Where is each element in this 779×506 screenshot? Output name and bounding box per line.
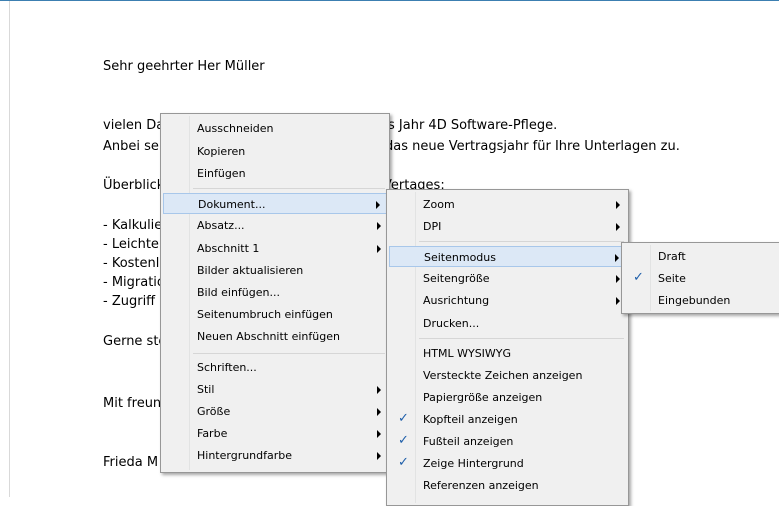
closing-line: Mit freun <box>103 396 162 411</box>
menu-separator <box>193 353 385 354</box>
submenu-arrow-icon <box>377 386 381 394</box>
submenu-arrow-icon <box>615 254 619 262</box>
bullet-line: - Zugriff a <box>103 294 168 309</box>
text-line: das neue Vertragsjahr für Ihre Unterlage… <box>385 139 680 154</box>
menu-item-insert-image[interactable]: Bild einfügen... <box>163 282 387 303</box>
menu-item-color[interactable]: Farbe <box>163 423 387 444</box>
document-submenu: Zoom DPI Seitenmodus Seitengröße Ausrich… <box>386 189 629 506</box>
checkmark-icon: ✓ <box>398 411 409 426</box>
menu-separator <box>419 241 624 242</box>
submenu-arrow-icon <box>377 408 381 416</box>
menu-item-document[interactable]: Dokument... <box>163 193 387 214</box>
menu-item-print[interactable]: Drucken... <box>389 313 626 334</box>
bullet-line: - Kostenlo <box>103 256 168 271</box>
text-line: Gerne ste <box>103 334 167 349</box>
submenu-arrow-icon <box>377 222 381 230</box>
checkmark-icon: ✓ <box>398 455 409 470</box>
menu-item-section[interactable]: Abschnitt 1 <box>163 238 387 259</box>
menu-item-size[interactable]: Größe <box>163 401 387 422</box>
menu-item-style[interactable]: Stil <box>163 379 387 400</box>
menu-item-paragraph[interactable]: Absatz... <box>163 215 387 236</box>
menu-item-show-references[interactable]: Referenzen anzeigen <box>389 475 626 496</box>
menu-item-show-footer[interactable]: ✓ Fußteil anzeigen <box>389 431 626 452</box>
submenu-arrow-icon <box>616 201 620 209</box>
menu-item-show-paper-size[interactable]: Papiergröße anzeigen <box>389 387 626 408</box>
bullet-line: - Migratio <box>103 275 165 290</box>
submenu-arrow-icon <box>377 452 381 460</box>
menu-item-paste[interactable]: Einfügen <box>163 163 387 184</box>
menu-item-insert-section[interactable]: Neuen Abschnitt einfügen <box>163 326 387 347</box>
submenu-arrow-icon <box>377 430 381 438</box>
menu-item-page-size[interactable]: Seitengröße <box>389 268 626 289</box>
page-mode-submenu: Draft ✓ Seite Eingebunden <box>621 242 779 314</box>
menu-item-page-mode[interactable]: Seitenmodus <box>389 246 626 267</box>
menu-item-fonts[interactable]: Schriften... <box>163 357 387 378</box>
menu-item-insert-page-break[interactable]: Seitenumbruch einfügen <box>163 304 387 325</box>
menu-separator <box>419 338 624 339</box>
signature-line: Frieda M <box>103 455 159 470</box>
menu-item-show-hidden-chars[interactable]: Versteckte Zeichen anzeigen <box>389 365 626 386</box>
bullet-line: - Leichter <box>103 237 165 252</box>
menu-item-page[interactable]: ✓ Seite <box>624 268 779 289</box>
menu-item-orientation[interactable]: Ausrichtung <box>389 290 626 311</box>
menu-item-refresh-images[interactable]: Bilder aktualisieren <box>163 260 387 281</box>
menu-item-zoom[interactable]: Zoom <box>389 194 626 215</box>
menu-item-html-wysiwyg[interactable]: HTML WYSIWYG <box>389 343 626 364</box>
submenu-arrow-icon <box>616 275 620 283</box>
context-menu: Ausschneiden Kopieren Einfügen Dokument.… <box>160 113 390 473</box>
salutation-line: Sehr geehrter Her Müller <box>103 59 265 74</box>
submenu-arrow-icon <box>377 245 381 253</box>
submenu-arrow-icon <box>616 297 620 305</box>
menu-item-embedded[interactable]: Eingebunden <box>624 290 779 311</box>
menu-item-show-background[interactable]: ✓ Zeige Hintergrund <box>389 453 626 474</box>
submenu-arrow-icon <box>376 201 380 209</box>
menu-item-draft[interactable]: Draft <box>624 246 779 267</box>
text-line: Überblick <box>103 178 165 193</box>
menu-separator <box>193 188 385 189</box>
menu-item-show-header[interactable]: ✓ Kopfteil anzeigen <box>389 409 626 430</box>
checkmark-icon: ✓ <box>398 433 409 448</box>
menu-item-cut[interactable]: Ausschneiden <box>163 118 387 139</box>
text-line: es Jahr 4D Software-Pflege. <box>380 118 558 133</box>
menu-item-dpi[interactable]: DPI <box>389 216 626 237</box>
checkmark-icon: ✓ <box>633 270 644 285</box>
submenu-arrow-icon <box>616 223 620 231</box>
text-line: Anbei sen <box>103 139 168 154</box>
bullet-line: - Kalkulie <box>103 218 163 233</box>
menu-item-background-color[interactable]: Hintergrundfarbe <box>163 445 387 466</box>
menu-item-copy[interactable]: Kopieren <box>163 141 387 162</box>
